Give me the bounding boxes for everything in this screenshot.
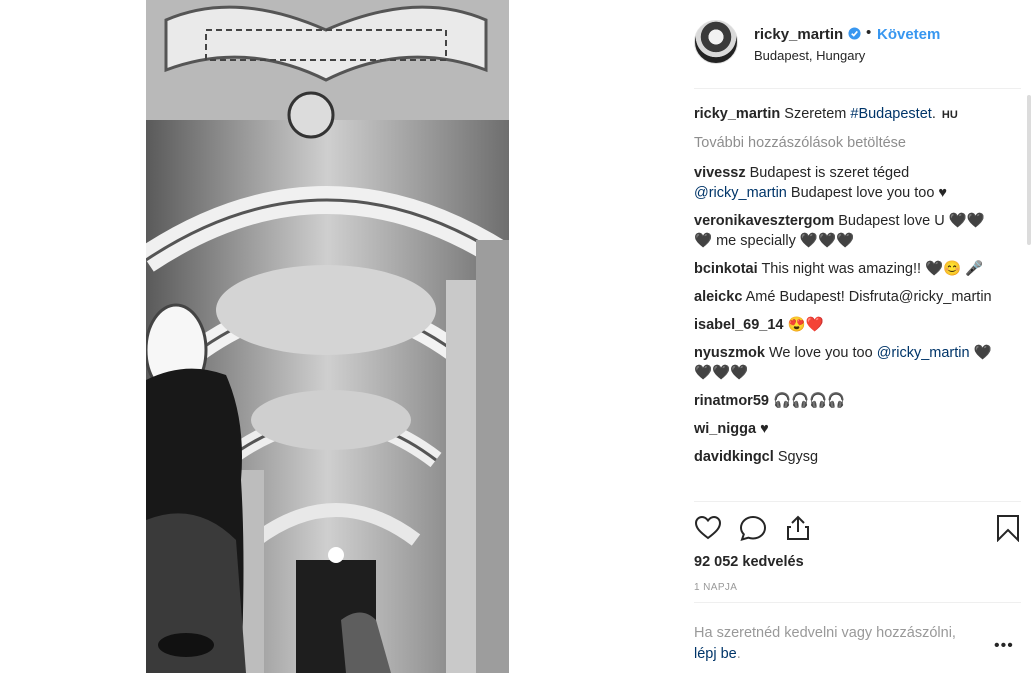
action-bar: 92 052 kedvelés 1 NAPJA (694, 501, 1021, 602)
scrollbar[interactable] (1027, 95, 1031, 245)
comment: wi_nigga ♥ (694, 419, 994, 439)
comment-user[interactable]: veronikavesztergom (694, 213, 834, 229)
comment-text: This night was amazing!! 🖤😊 🎤 (761, 261, 984, 277)
bookmark-icon[interactable] (994, 514, 1022, 542)
login-link[interactable]: lépj be (694, 646, 737, 662)
comment-text: Budapest is szeret téged (749, 165, 910, 181)
photo-image (146, 0, 509, 673)
comment-text: 😍❤️ (787, 317, 824, 333)
mention-link[interactable]: @ricky_martin (694, 185, 787, 201)
caption: ricky_martin Szeretem #Budapestet. HU (694, 104, 994, 125)
hashtag-link[interactable]: #Budapestet (850, 106, 931, 122)
comment: isabel_69_14 😍❤️ (694, 315, 994, 335)
likes-count[interactable]: 92 052 kedvelés (694, 554, 804, 570)
comments-list: ricky_martin Szeretem #Budapestet. HU To… (694, 104, 1021, 500)
author-username[interactable]: ricky_martin (754, 26, 843, 43)
share-icon[interactable] (784, 514, 812, 542)
caption-text: Szeretem (784, 106, 851, 122)
post-panel: ricky_martin • Követem Budapest, Hungary… (694, 0, 1021, 673)
mention-link[interactable]: @ricky_martin (877, 345, 970, 361)
comment-text: We love you too (768, 345, 877, 361)
comment-bubble-icon[interactable] (739, 514, 767, 542)
comment: aleickc Amé Budapest! Disfruta@ricky_mar… (694, 287, 994, 307)
comment: nyuszmok We love you too @ricky_martin 🖤… (694, 343, 994, 383)
load-more-comments[interactable]: További hozzászólások betöltése (694, 133, 994, 153)
comment-user[interactable]: rinatmor59 (694, 393, 769, 409)
comment-text: ♥ (760, 421, 769, 437)
heart-icon[interactable] (694, 514, 722, 542)
comment-text: Amé Budapest! Disfruta@ricky_martin (745, 289, 992, 305)
flag-hu: HU (941, 109, 958, 121)
login-text: Ha szeretnéd kedvelni vagy hozzászólni, … (694, 623, 979, 665)
login-prompt: Ha szeretnéd kedvelni vagy hozzászólni, … (694, 602, 1021, 674)
avatar[interactable] (694, 20, 738, 64)
comment: bcinkotai This night was amazing!! 🖤😊 🎤 (694, 259, 994, 279)
comment-user[interactable]: aleickc (694, 289, 742, 305)
comment: vivessz Budapest is szeret téged @ricky_… (694, 163, 994, 203)
caption-author[interactable]: ricky_martin (694, 106, 780, 122)
comment: davidkingcl Sgysg (694, 447, 994, 467)
post-header: ricky_martin • Követem Budapest, Hungary (694, 20, 1021, 89)
location-link[interactable]: Budapest, Hungary (754, 48, 865, 63)
post-time[interactable]: 1 NAPJA (694, 582, 737, 593)
comment-user[interactable]: bcinkotai (694, 261, 758, 277)
login-message: Ha szeretnéd kedvelni vagy hozzászólni, (694, 625, 956, 641)
verified-badge-icon (848, 27, 861, 40)
comment: rinatmor59 🎧🎧🎧🎧 (694, 391, 994, 411)
follow-button[interactable]: Követem (877, 26, 940, 43)
separator-dot: • (866, 24, 872, 41)
post-photo[interactable] (146, 0, 509, 673)
caption-end: . (931, 106, 940, 122)
login-period: . (736, 646, 741, 662)
comment: veronikavesztergom Budapest love U 🖤🖤 🖤 … (694, 211, 994, 251)
comment-user[interactable]: vivessz (694, 165, 746, 181)
comment-user[interactable]: isabel_69_14 (694, 317, 784, 333)
comment-text: 🎧🎧🎧🎧 (772, 393, 846, 409)
comment-text: Sgysg (777, 449, 819, 465)
comment-text-end: Budapest love you too ♥ (786, 185, 948, 201)
more-options-button[interactable]: ••• (994, 637, 1014, 655)
comment-user[interactable]: nyuszmok (694, 345, 765, 361)
comment-user[interactable]: wi_nigga (694, 421, 756, 437)
comment-user[interactable]: davidkingcl (694, 449, 774, 465)
